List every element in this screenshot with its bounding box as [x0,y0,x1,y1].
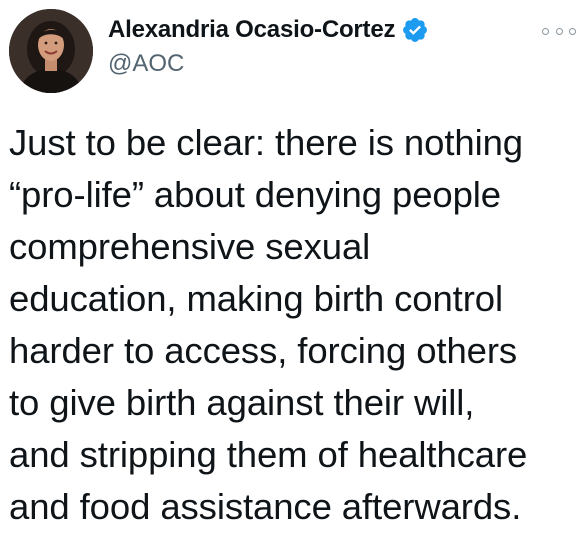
more-dot [542,27,549,35]
avatar[interactable] [9,9,93,93]
tweet-text-line: to give birth against their will, [9,382,475,423]
more-dot [555,27,563,35]
more-dot [569,27,576,35]
more-options-icon[interactable] [542,22,576,40]
tweet-text: Just to be clear: there is nothing “pro-… [9,117,579,533]
tweet-text-line: and stripping them of healthcare [9,434,528,475]
author-name-row: Alexandria Ocasio-Cortez [108,14,429,46]
tweet-text-line: “pro-life” about denying people [9,174,502,215]
tweet-text-line: comprehensive sexual [9,226,371,267]
author-handle[interactable]: @AOC [108,50,184,78]
tweet-text-line: and food assistance afterwards. [9,486,522,527]
author-display-name[interactable]: Alexandria Ocasio-Cortez [108,16,395,44]
avatar-image [9,9,93,93]
tweet-text-line: education, making birth control [9,278,503,319]
verified-badge-icon [401,16,429,44]
tweet-text-line: Just to be clear: there is nothing [9,122,523,163]
tweet-card: Alexandria Ocasio-Cortez @AOC Just to be… [0,0,582,529]
tweet-text-line: harder to access, forcing others [9,330,518,371]
